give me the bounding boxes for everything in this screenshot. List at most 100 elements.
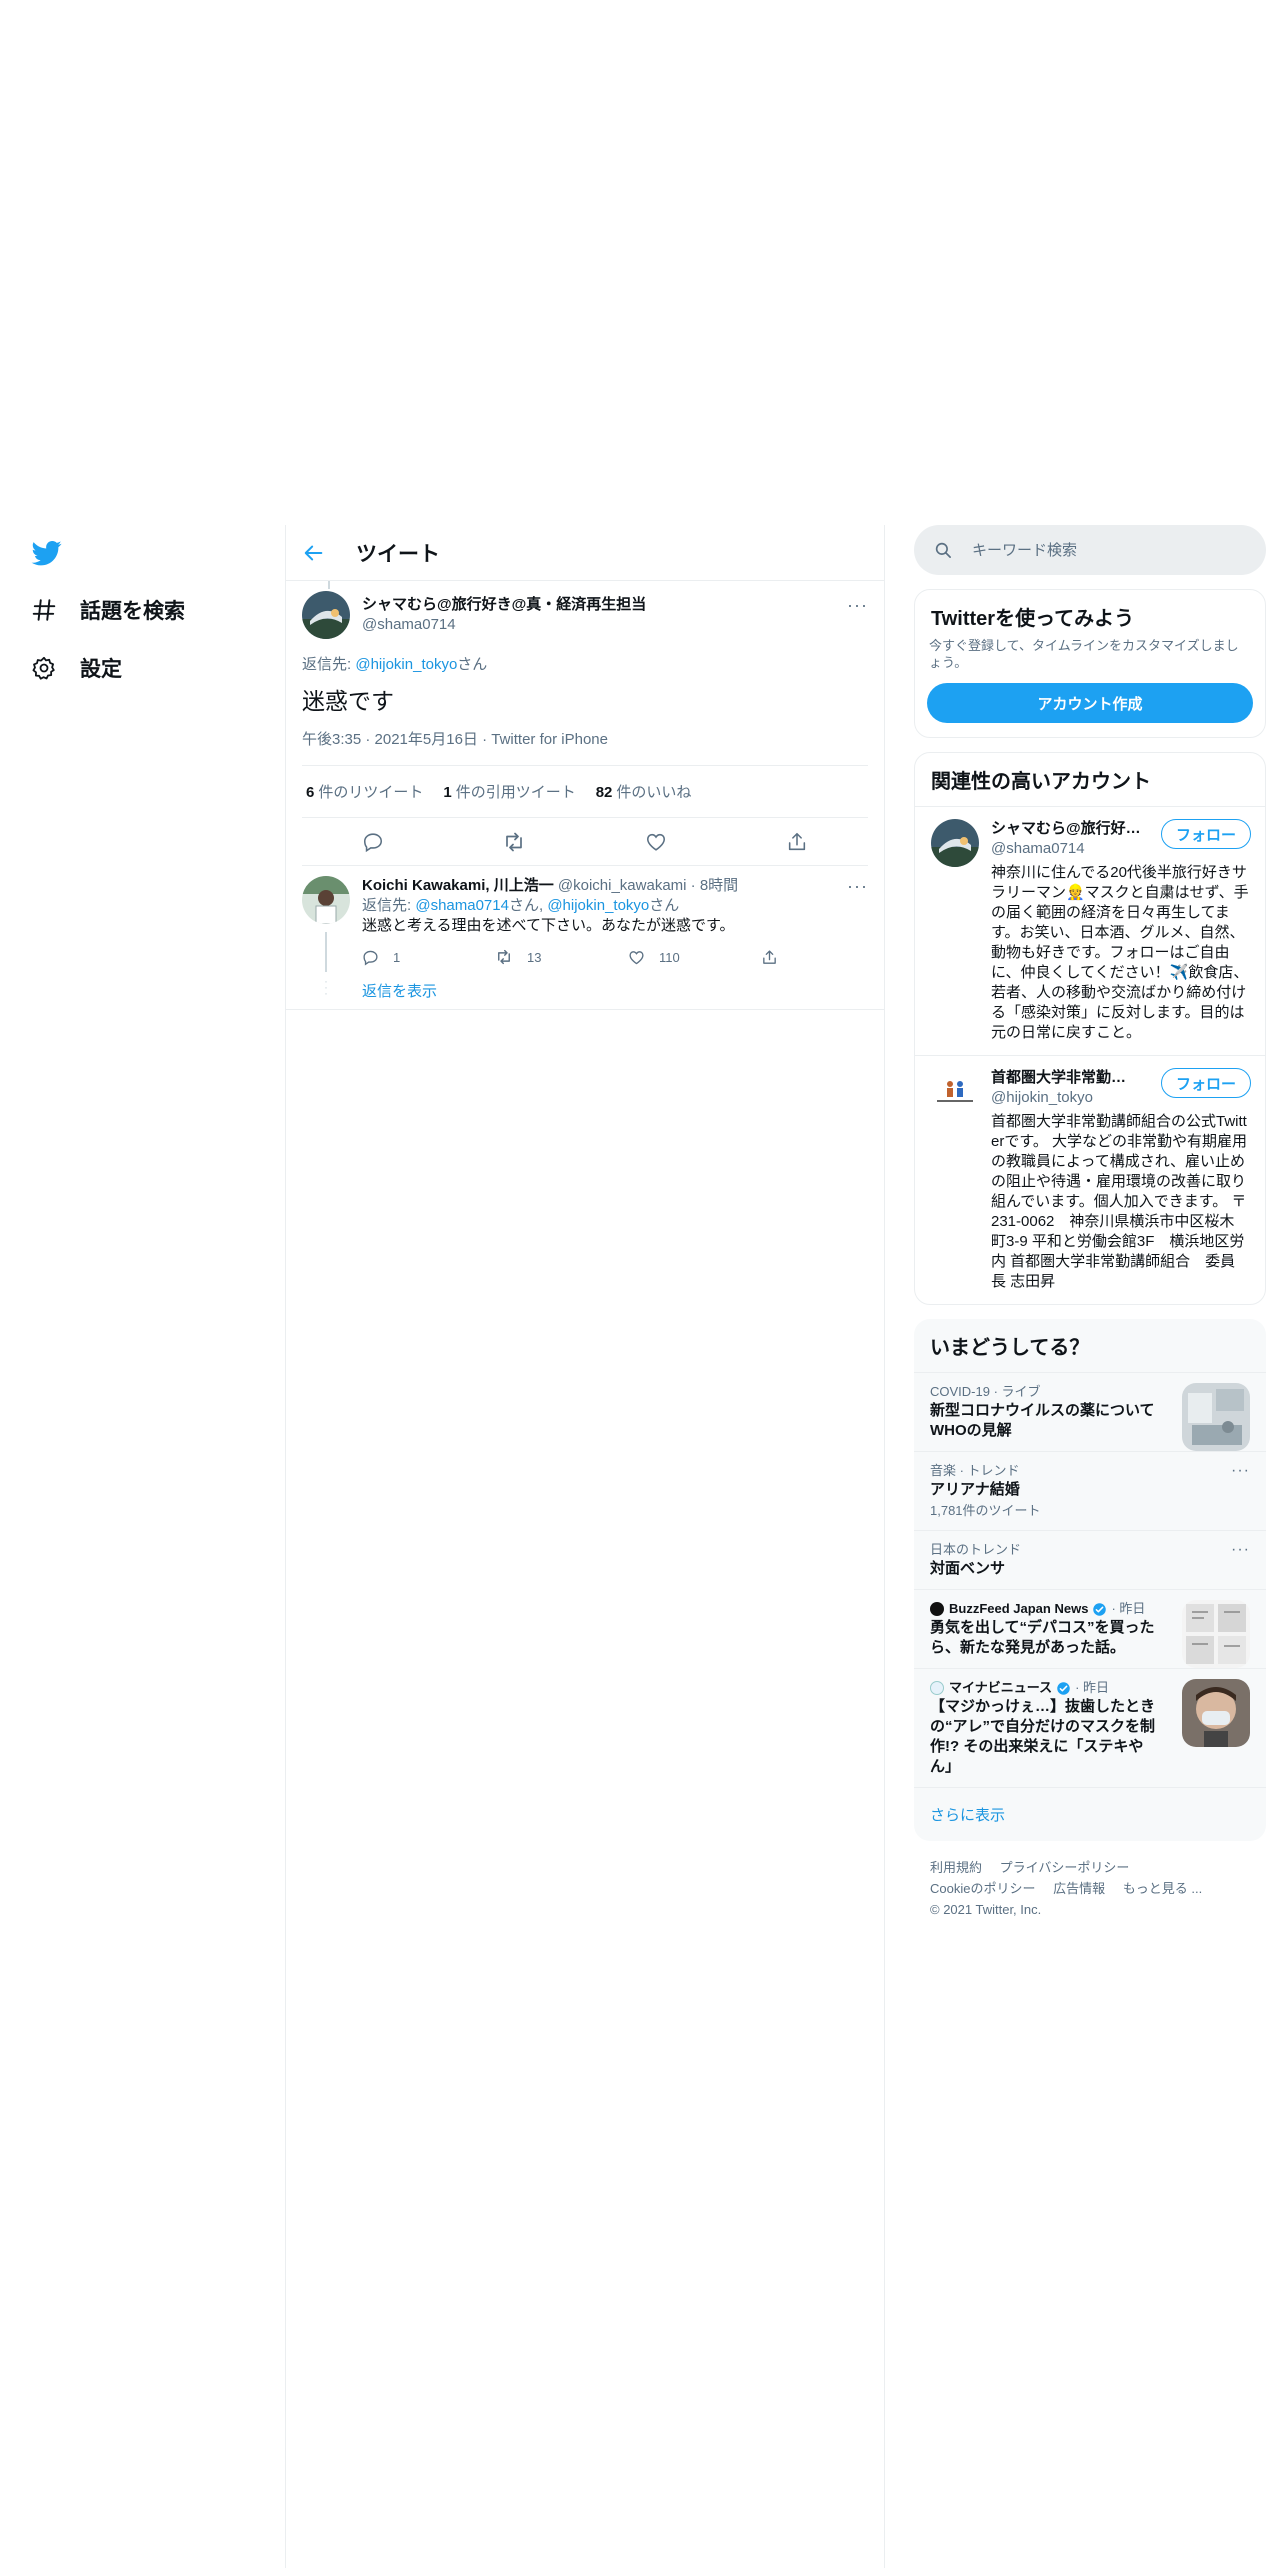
reply-to: 返信先: @hijokin_tokyoさん <box>302 653 868 674</box>
quote-stat[interactable]: 1 件の引用ツイート <box>443 781 575 802</box>
search-icon <box>935 542 951 558</box>
account-item[interactable]: 首都圏大学非常勤講師組合 @hijokin_tokyo 首都圏大学非常勤講師組合… <box>915 1055 1265 1304</box>
trends-title: いまどうしてる？ <box>930 1337 1090 1359</box>
reply-to-prefix: 返信先: <box>362 897 416 914</box>
news-source: BuzzFeed Japan News <box>949 1601 1089 1616</box>
reply-icon[interactable] <box>361 830 385 854</box>
back-arrow-icon[interactable] <box>302 541 326 565</box>
news-title: 勇気を出して“デパコス”を買ったら、新たな発見があった話。 <box>930 1619 1155 1656</box>
more-options-icon[interactable]: ··· <box>847 595 868 616</box>
share-icon[interactable] <box>785 830 809 854</box>
retweet-icon[interactable] <box>502 830 526 854</box>
reply-author-handle[interactable]: @koichi_kawakami <box>558 877 687 894</box>
tweet-actions <box>302 818 868 866</box>
more-options-icon[interactable]: ··· <box>1231 1541 1250 1559</box>
footer-cookie-link[interactable]: Cookieのポリシー <box>930 1881 1035 1896</box>
verified-badge-icon <box>1057 1681 1070 1695</box>
footer: 利用規約 プライバシーポリシー Cookieのポリシー 広告情報 もっと見る .… <box>914 1841 1266 1936</box>
footer-more-link[interactable]: もっと見る ... <box>1123 1881 1202 1896</box>
mynavi-logo-icon <box>930 1681 944 1695</box>
page-title: ツイート <box>356 542 440 566</box>
tweet-text: 迷惑です <box>302 688 394 714</box>
gear-icon <box>30 654 58 682</box>
follow-button[interactable]: フォロー <box>1161 1068 1251 1098</box>
signup-title: Twitterを使ってみよう <box>931 608 1135 630</box>
avatar[interactable] <box>302 876 350 924</box>
signup-card: Twitterを使ってみよう 今すぐ登録して、タイムラインをカスタマイズしましょ… <box>914 589 1266 738</box>
reply-author-name[interactable]: Koichi Kawakami, 川上浩一 <box>362 877 554 894</box>
news-item[interactable]: BuzzFeed Japan News · 昨日 勇気を出して“デパコス”を買っ… <box>914 1589 1266 1668</box>
show-replies-link[interactable]: 返信を表示 <box>362 980 894 1001</box>
like-count: 110 <box>659 949 680 965</box>
share-button[interactable] <box>761 948 894 966</box>
avatar[interactable] <box>302 591 350 639</box>
trend-item[interactable]: 音楽 · トレンド アリアナ結婚 1,781件のツイート ··· <box>914 1451 1266 1530</box>
news-source: マイナビニュース <box>949 1680 1053 1695</box>
reply-icon <box>363 950 378 965</box>
like-stat[interactable]: 82 件のいいね <box>596 781 692 802</box>
account-name[interactable]: 首都圏大学非常勤講師組合 <box>991 1068 1141 1088</box>
reply-to-link[interactable]: @hijokin_tokyo <box>547 897 649 914</box>
reply-to-link[interactable]: @shama0714 <box>415 897 509 914</box>
nav-explore-label: 話題を検索 <box>80 600 185 623</box>
search-box[interactable] <box>914 525 1266 575</box>
nav-explore[interactable]: 話題を検索 <box>30 590 185 630</box>
reply-to-suffix: さん <box>457 656 488 673</box>
nav-settings[interactable]: 設定 <box>30 648 122 688</box>
author-handle[interactable]: @shama0714 <box>362 615 646 635</box>
retweet-button[interactable]: 13 <box>495 948 628 966</box>
reply-to-prefix: 返信先: <box>302 656 356 673</box>
twitter-logo-icon[interactable] <box>30 538 64 568</box>
more-options-icon[interactable]: ··· <box>847 876 868 897</box>
more-options-icon[interactable]: ··· <box>1231 1462 1250 1480</box>
reply-time[interactable]: · 8時間 <box>691 877 739 894</box>
account-name[interactable]: シャマむら@旅行好き@真・経済再生担当 <box>991 819 1141 839</box>
news-time: · 昨日 <box>1075 1680 1110 1695</box>
trend-title: 新型コロナウイルスの薬についてWHOの見解 <box>930 1402 1155 1439</box>
avatar[interactable] <box>931 819 979 867</box>
news-item[interactable]: マイナビニュース · 昨日 【マジかっけぇ…】抜歯したときの“アレ”で自分だけの… <box>914 1668 1266 1787</box>
follow-button[interactable]: フォロー <box>1161 819 1251 849</box>
signup-subtitle: 今すぐ登録して、タイムラインをカスタマイズしましょう。 <box>929 638 1239 670</box>
reply-to: 返信先: @shama0714さん, @hijokin_tokyoさん <box>362 896 894 916</box>
news-title: 【マジかっけぇ…】抜歯したときの“アレ”で自分だけのマスクを制作!? その出来栄… <box>930 1698 1156 1775</box>
like-icon[interactable] <box>644 830 668 854</box>
quote-count: 1 <box>443 784 452 801</box>
avatar[interactable] <box>931 1068 979 1116</box>
page-header: ツイート <box>286 525 884 581</box>
account-item[interactable]: シャマむら@旅行好き@真・経済再生担当 @shama0714 神奈川に住んでる2… <box>915 806 1265 1055</box>
footer-terms-link[interactable]: 利用規約 <box>930 1860 982 1875</box>
trend-item[interactable]: 日本のトレンド 対面ベンサ ··· <box>914 1530 1266 1589</box>
reply-count: 1 <box>393 949 401 965</box>
thread-dots: · · · <box>324 974 328 1000</box>
reply-button[interactable]: 1 <box>362 948 495 966</box>
trend-item[interactable]: COVID-19 · ライブ 新型コロナウイルスの薬についてWHOの見解 <box>914 1372 1266 1451</box>
tweet-author[interactable]: シャマむら@旅行好き@真・経済再生担当 @shama0714 <box>302 591 868 639</box>
footer-privacy-link[interactable]: プライバシーポリシー <box>1000 1860 1130 1875</box>
reply-to-link[interactable]: @hijokin_tokyo <box>355 656 457 673</box>
verified-badge-icon <box>1093 1602 1107 1616</box>
hashtag-icon <box>30 596 58 624</box>
reply-text: 迷惑と考える理由を述べて下さい。あなたが迷惑です。 <box>362 917 735 934</box>
author-name[interactable]: シャマむら@旅行好き@真・経済再生担当 <box>362 595 646 615</box>
trend-meta: 日本のトレンド <box>930 1542 1022 1557</box>
retweet-count: 13 <box>527 949 542 965</box>
tweet-timestamp[interactable]: 午後3:35 · 2021年5月16日 · Twitter for iPhone <box>302 728 868 766</box>
like-count: 82 <box>595 784 613 801</box>
share-icon <box>763 949 776 964</box>
like-button[interactable]: 110 <box>628 948 761 966</box>
search-input[interactable] <box>972 541 1232 559</box>
relevant-accounts-card: 関連性の高いアカウント シャマむら@旅行好き@真・経済再生担当 @shama07… <box>914 752 1266 1305</box>
footer-ads-link[interactable]: 広告情報 <box>1053 1881 1105 1896</box>
show-more-link[interactable]: さらに表示 <box>914 1787 1266 1841</box>
main-tweet: シャマむら@旅行好き@真・経済再生担当 @shama0714 ··· 返信先: … <box>286 581 884 866</box>
reply-actions: 1 13 110 <box>362 948 894 966</box>
main-column: ツイート シャマむら@旅行好き@真・経済再生担当 @shama0714 ··· … <box>285 525 885 2568</box>
news-thumbnail <box>1182 1679 1250 1747</box>
retweet-stat[interactable]: 6 件のリツイート <box>306 781 423 802</box>
account-bio: 首都圏大学非常勤講師組合の公式Twitterです。 大学などの非常勤や有期雇用の… <box>991 1113 1248 1290</box>
reply-to-separator: さん, <box>508 897 548 914</box>
reply-tweet[interactable]: · · · Koichi Kawakami, 川上浩一 @koichi_kawaka… <box>286 866 884 1010</box>
quote-stat-label: 件の引用ツイート <box>455 784 576 801</box>
create-account-button[interactable]: アカウント作成 <box>927 683 1253 723</box>
